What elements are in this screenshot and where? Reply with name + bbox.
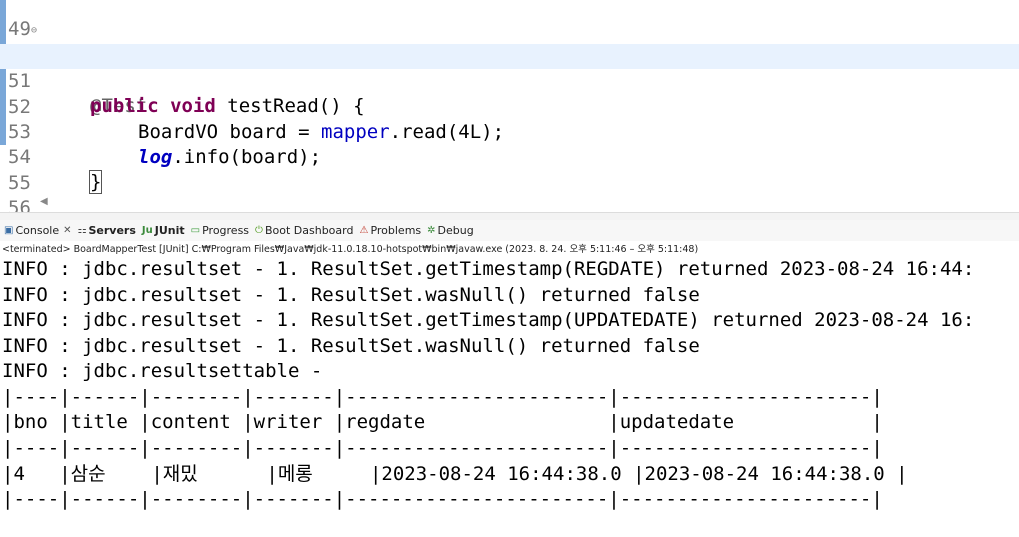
line-number: 56 [8, 197, 31, 212]
tab-console[interactable]: ▣ Console ✕ [4, 224, 72, 237]
editor-line-51-current: 51 public void testRead() { [0, 44, 1019, 117]
console-table-header: |bno |title |content |writer |regdate |u… [2, 411, 883, 433]
view-tab-bar: ▣ Console ✕ ⚏ Servers Ju JUnit ▭ Progres… [0, 220, 1019, 241]
console-line: INFO : jdbc.resultset - 1. ResultSet.get… [2, 258, 975, 280]
servers-icon: ⚏ [77, 225, 87, 236]
tab-junit[interactable]: Ju JUnit [142, 224, 185, 237]
console-process-status: <terminated> BoardMapperTest [JUnit] C:₩… [0, 241, 1019, 255]
console-line: INFO : jdbc.resultset - 1. ResultSet.was… [2, 335, 700, 357]
editor-line-55: 55 [0, 146, 1019, 194]
console-icon: ▣ [4, 225, 14, 236]
editor-line-53: 53 log.info(board); [0, 95, 1019, 168]
tab-servers[interactable]: ⚏ Servers [78, 224, 136, 237]
close-icon[interactable]: ✕ [63, 225, 71, 236]
console-line: INFO : jdbc.resultset - 1. ResultSet.was… [2, 284, 700, 306]
junit-icon: Ju [141, 225, 153, 236]
console-table-line: |----|------|--------|-------|----------… [2, 488, 883, 510]
console-table-row: |4 |삼순 |재밌 |메롱 |2023-08-24 16:44:38.0 |2… [2, 463, 908, 485]
console-line: INFO : jdbc.resultset - 1. ResultSet.get… [2, 309, 975, 331]
editor-line-56: 56 } [0, 171, 1019, 212]
horizontal-scrollbar[interactable]: ◀ [40, 196, 1019, 210]
tab-boot-dashboard[interactable]: ⏻ Boot Dashboard [255, 224, 353, 237]
tab-progress[interactable]: ▭ Progress [191, 224, 249, 237]
editor-line-50: 50 ⊖ @Test [0, 18, 1019, 117]
editor-line-52: 52 BoardVO board = mapper.read(4L); [0, 70, 1019, 143]
console-table-line: |----|------|--------|-------|----------… [2, 437, 883, 459]
boot-dashboard-icon: ⏻ [255, 225, 263, 236]
console-output[interactable]: INFO : jdbc.resultset - 1. ResultSet.get… [0, 256, 1019, 537]
editor-line-49: 49 [0, 0, 1019, 40]
scroll-left-icon[interactable]: ◀ [40, 196, 48, 207]
debug-icon: ✲ [427, 225, 436, 236]
problems-icon: ⚠ [359, 225, 369, 236]
tab-problems[interactable]: ⚠ Problems [359, 224, 421, 237]
editor-line-54: 54 } [0, 120, 1019, 194]
tab-debug[interactable]: ✲ Debug [427, 224, 474, 237]
console-table-line: |----|------|--------|-------|----------… [2, 386, 883, 408]
code-editor[interactable]: 49 50 ⊖ @Test 51 public void testRead() … [0, 0, 1019, 212]
progress-icon: ▭ [190, 225, 201, 236]
console-line: INFO : jdbc.resultsettable - [2, 360, 323, 382]
fold-collapse-icon[interactable]: ⊖ [31, 18, 37, 43]
